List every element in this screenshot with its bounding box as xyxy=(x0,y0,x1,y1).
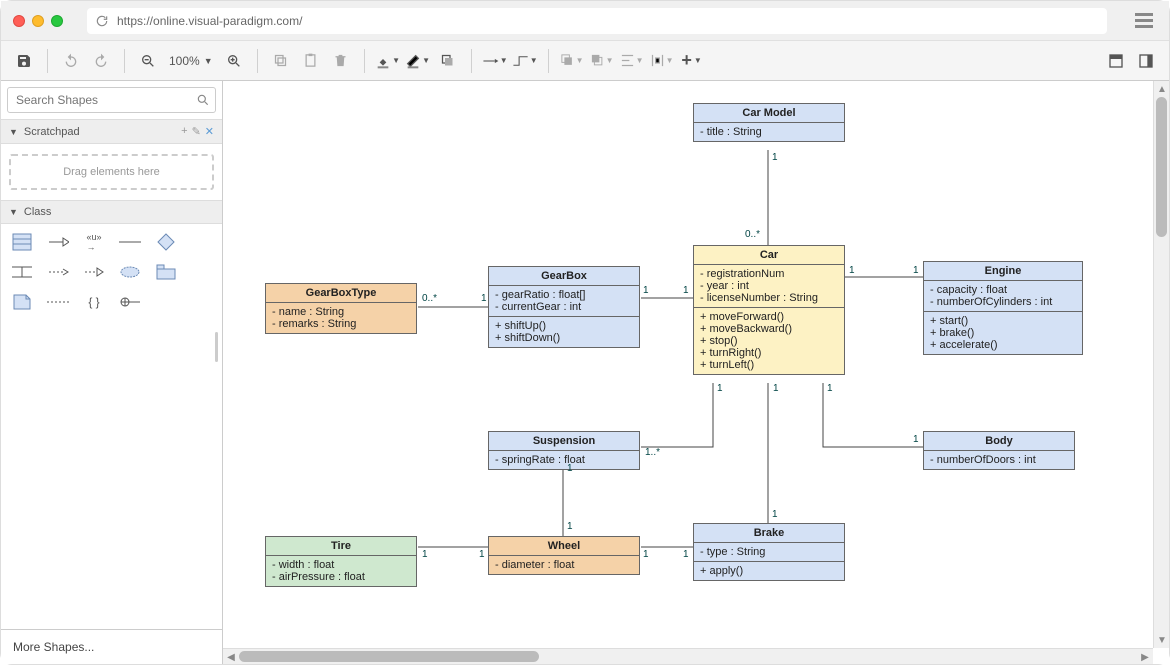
save-button[interactable] xyxy=(11,48,37,74)
shape-package[interactable] xyxy=(155,262,177,282)
search-icon xyxy=(196,93,210,110)
class-gearbox[interactable]: GearBox - gearRatio : float[] - currentG… xyxy=(488,266,640,348)
shape-realization[interactable] xyxy=(83,262,105,282)
shape-containment[interactable] xyxy=(119,292,141,312)
paste-button[interactable] xyxy=(298,48,324,74)
class-car-model[interactable]: Car Model - title : String xyxy=(693,103,845,142)
format-panel-toggle[interactable] xyxy=(1103,48,1129,74)
scratchpad-close-icon[interactable]: ✕ xyxy=(205,125,214,138)
shape-dependency[interactable] xyxy=(47,262,69,282)
shape-anchor[interactable] xyxy=(47,292,69,312)
mult-label: 1 xyxy=(683,549,689,560)
fill-color-button[interactable]: ▼ xyxy=(375,48,401,74)
close-window-button[interactable] xyxy=(13,15,25,27)
mult-label: 0..* xyxy=(422,293,437,304)
scratchpad-edit-icon[interactable]: ✎ xyxy=(192,125,201,138)
shape-constraint[interactable] xyxy=(11,262,33,282)
mult-label: 1 xyxy=(683,285,689,296)
line-color-button[interactable]: ▼ xyxy=(405,48,431,74)
scroll-down-icon[interactable]: ▼ xyxy=(1154,632,1169,648)
class-brake[interactable]: Brake - type : String + apply() xyxy=(693,523,845,581)
sidebar: ▼ Scratchpad + ✎ ✕ Drag elements here ▼ … xyxy=(1,81,223,664)
distribute-button[interactable]: ▼ xyxy=(649,48,675,74)
mult-label: 1 xyxy=(717,383,723,394)
class-body[interactable]: Body - numberOfDoors : int xyxy=(923,431,1075,470)
class-suspension[interactable]: Suspension - springRate : float xyxy=(488,431,640,470)
class-wheel[interactable]: Wheel - diameter : float xyxy=(488,536,640,575)
mult-label: 1 xyxy=(827,383,833,394)
mult-label: 1 xyxy=(422,549,428,560)
shape-brace[interactable]: { } xyxy=(83,292,105,312)
url-bar[interactable]: https://online.visual-paradigm.com/ xyxy=(87,8,1107,34)
waypoint-button[interactable]: ▼ xyxy=(512,48,538,74)
shape-association[interactable] xyxy=(119,232,141,252)
class-engine[interactable]: Engine - capacity : float - numberOfCyli… xyxy=(923,261,1083,355)
shape-class[interactable] xyxy=(11,232,33,252)
mult-label: 1 xyxy=(849,265,855,276)
mult-label: 1 xyxy=(479,549,485,560)
canvas-area: Car Model - title : String Car - registr… xyxy=(223,81,1169,664)
shape-note[interactable] xyxy=(11,292,33,312)
mult-label: 1..* xyxy=(645,447,660,458)
to-back-button[interactable]: ▼ xyxy=(589,48,615,74)
scratchpad-drop-area[interactable]: Drag elements here xyxy=(9,154,214,190)
class-gearboxtype[interactable]: GearBoxType - name : String - remarks : … xyxy=(265,283,417,334)
mult-label: 1 xyxy=(643,549,649,560)
mult-label: 1 xyxy=(567,521,573,532)
class-tire[interactable]: Tire - width : float - airPressure : flo… xyxy=(265,536,417,587)
reload-icon xyxy=(95,14,109,28)
mult-label: 1 xyxy=(567,463,573,474)
more-shapes-button[interactable]: More Shapes... xyxy=(1,629,222,664)
class-shape-palette: «u»→ { } xyxy=(1,224,222,320)
zoom-in-button[interactable] xyxy=(221,48,247,74)
window-controls xyxy=(13,15,63,27)
connector-style-button[interactable]: ▼ xyxy=(482,48,508,74)
delete-button[interactable] xyxy=(328,48,354,74)
undo-button[interactable] xyxy=(58,48,84,74)
zoom-out-button[interactable] xyxy=(135,48,161,74)
scroll-left-icon[interactable]: ◀ xyxy=(223,649,239,664)
vertical-scrollbar[interactable]: ▲ ▼ xyxy=(1153,81,1169,648)
shape-nary[interactable] xyxy=(155,232,177,252)
horizontal-scroll-thumb[interactable] xyxy=(239,651,539,662)
scratchpad-add-icon[interactable]: + xyxy=(181,125,187,138)
mult-label: 1 xyxy=(772,509,778,520)
browser-menu-button[interactable] xyxy=(1131,8,1157,34)
canvas-viewport[interactable]: Car Model - title : String Car - registr… xyxy=(223,81,1153,648)
add-button[interactable]: +▼ xyxy=(679,48,705,74)
mult-label: 0..* xyxy=(745,229,760,240)
url-text: https://online.visual-paradigm.com/ xyxy=(117,14,302,28)
zoom-level-select[interactable]: 100% ▼ xyxy=(165,54,217,68)
vertical-scroll-thumb[interactable] xyxy=(1156,97,1167,237)
search-shapes-input[interactable] xyxy=(7,87,216,113)
shadow-button[interactable] xyxy=(435,48,461,74)
mult-label: 1 xyxy=(773,383,779,394)
class-car[interactable]: Car - registrationNum - year : int - lic… xyxy=(693,245,845,375)
class-section-header[interactable]: ▼ Class xyxy=(1,200,222,224)
diagram-canvas[interactable]: Car Model - title : String Car - registr… xyxy=(223,81,1153,648)
minimize-window-button[interactable] xyxy=(32,15,44,27)
to-front-button[interactable]: ▼ xyxy=(559,48,585,74)
horizontal-scrollbar[interactable]: ◀ ▶ xyxy=(223,648,1153,664)
scratchpad-header[interactable]: ▼ Scratchpad + ✎ ✕ xyxy=(1,119,222,144)
shape-collaboration[interactable] xyxy=(119,262,141,282)
copy-button[interactable] xyxy=(268,48,294,74)
mult-label: 1 xyxy=(481,293,487,304)
shape-usage[interactable]: «u»→ xyxy=(83,232,105,252)
align-button[interactable]: ▼ xyxy=(619,48,645,74)
shape-generalization[interactable] xyxy=(47,232,69,252)
mult-label: 1 xyxy=(913,434,919,445)
mult-label: 1 xyxy=(772,152,778,163)
maximize-window-button[interactable] xyxy=(51,15,63,27)
app-toolbar: 100% ▼ ▼ ▼ ▼ ▼ ▼ ▼ ▼ ▼ +▼ xyxy=(1,41,1169,81)
browser-title-bar: https://online.visual-paradigm.com/ xyxy=(1,1,1169,41)
scroll-up-icon[interactable]: ▲ xyxy=(1154,81,1169,97)
redo-button[interactable] xyxy=(88,48,114,74)
sidebar-resize-handle[interactable] xyxy=(215,332,218,362)
scroll-right-icon[interactable]: ▶ xyxy=(1137,649,1153,664)
mult-label: 1 xyxy=(913,265,919,276)
outline-panel-toggle[interactable] xyxy=(1133,48,1159,74)
mult-label: 1 xyxy=(643,285,649,296)
